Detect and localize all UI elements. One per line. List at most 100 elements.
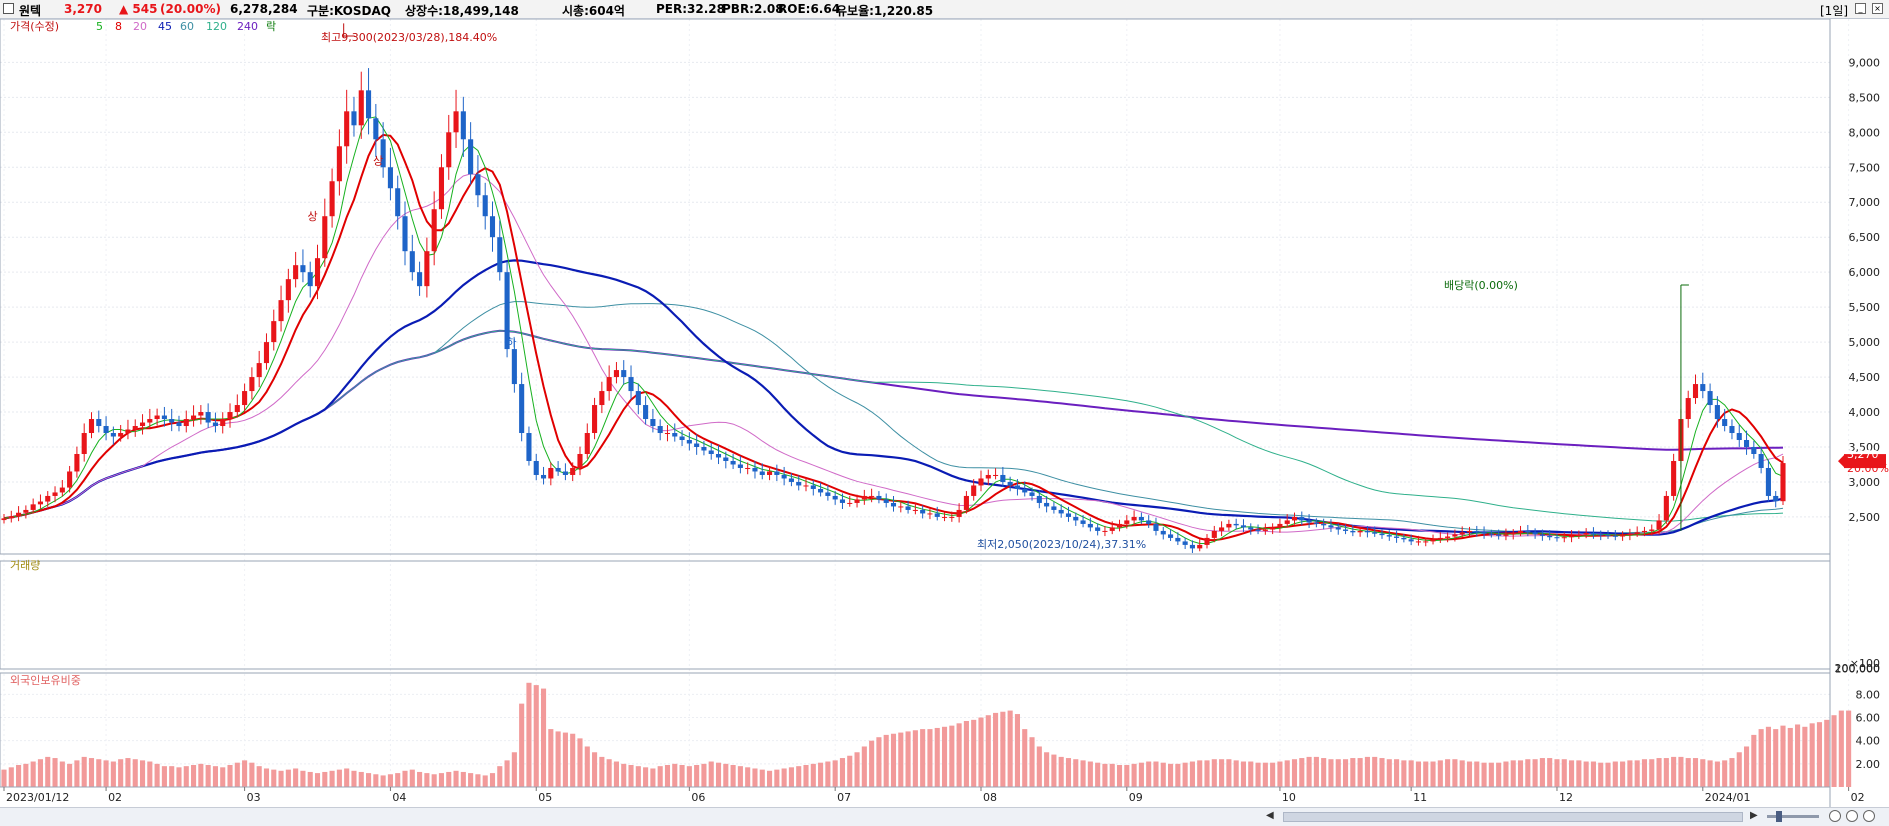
- candle-body: [701, 447, 707, 451]
- candle-body: [1342, 529, 1349, 531]
- chart-area[interactable]: 상상상상하 2,5003,0003,5004,0004,5005,0005,50…: [0, 19, 1889, 807]
- period-selector[interactable]: [1일]: [1820, 2, 1848, 19]
- select-checkbox[interactable]: [3, 3, 14, 14]
- candle-body: [1109, 527, 1115, 531]
- candle-body: [1124, 520, 1130, 524]
- candle-body: [1270, 527, 1276, 530]
- foreign-ratio-bar: [613, 761, 619, 787]
- zoom-slider[interactable]: [1767, 815, 1819, 818]
- candle-body: [1306, 520, 1312, 523]
- foreign-ratio-bar: [555, 731, 561, 787]
- candle-body: [1612, 535, 1618, 537]
- candle-body: [963, 495, 969, 510]
- foreign-ratio-bar: [1299, 758, 1305, 787]
- candle-body: [664, 433, 671, 435]
- foreign-ratio-bar: [883, 734, 889, 787]
- candle-body: [1357, 530, 1363, 533]
- price-change-pct: (20.00%): [160, 2, 221, 16]
- zoom-slider-handle[interactable]: [1776, 811, 1782, 822]
- foreign-ratio-bar: [511, 752, 517, 787]
- candle-body: [1073, 516, 1079, 521]
- market-label: 구분:KOSDAQ: [307, 4, 391, 18]
- candle-body: [1116, 523, 1123, 528]
- candle-body: [905, 506, 911, 510]
- foreign-ratio-bar: [1386, 759, 1392, 787]
- close-icon[interactable]: ×: [1872, 3, 1883, 14]
- candle-body: [1226, 523, 1232, 528]
- zoom-reset-icon[interactable]: [1846, 810, 1858, 822]
- foreign-ratio-bar: [110, 761, 116, 787]
- foreign-ratio-bar: [37, 759, 44, 787]
- candle-body: [985, 474, 991, 479]
- minimize-icon[interactable]: _: [1855, 3, 1866, 14]
- zoom-in-icon[interactable]: [1863, 810, 1875, 822]
- foreign-ratio-bar: [1182, 762, 1188, 787]
- foreign-ratio-bar: [1780, 725, 1786, 787]
- price-change: ▲ 545: [119, 2, 158, 16]
- candle-body: [832, 495, 838, 500]
- foreign-ratio-bar: [358, 771, 364, 787]
- legend-foreign: 외국인보유비중: [10, 674, 81, 687]
- x-tick-label: 10: [1282, 791, 1296, 804]
- x-tick-label: 09: [1129, 791, 1143, 804]
- foreign-ratio-bar: [1758, 729, 1764, 787]
- foreign-ratio-bar: [1051, 754, 1057, 787]
- foreign-ratio-bar: [971, 719, 977, 787]
- low-annotation: 최저2,050(2023/10/24),37.31%: [977, 538, 1146, 551]
- scroll-right-icon[interactable]: ▶: [1750, 810, 1758, 821]
- foreign-ratio-bar: [373, 774, 379, 787]
- price-tick-label: 4,500: [1849, 371, 1881, 384]
- foreign-ratio-bar: [767, 770, 773, 787]
- foreign-ratio-bar: [1226, 759, 1232, 787]
- candle-body: [154, 415, 160, 420]
- candle-body: [37, 501, 44, 505]
- foreign-ratio-bar: [1496, 762, 1502, 787]
- candle-body: [1175, 537, 1181, 542]
- candle-body: [1729, 426, 1735, 434]
- foreign-ratio-bar: [861, 746, 867, 787]
- foreign-ratio-bar: [45, 756, 51, 787]
- candle-body: [1000, 474, 1006, 482]
- scroll-thumb[interactable]: [1283, 812, 1743, 822]
- foreign-ratio-bar: [409, 769, 415, 787]
- trade-volume: 6,278,284: [230, 2, 298, 16]
- price-tick-label: 2,500: [1849, 511, 1881, 524]
- foreign-ratio-bar: [1423, 761, 1429, 787]
- candle-body: [307, 272, 313, 287]
- foreign-ratio-bar: [176, 767, 182, 787]
- candle-body: [59, 487, 65, 493]
- candle-body: [475, 174, 481, 196]
- foreign-ratio-bar: [1612, 761, 1618, 787]
- candle-body: [1408, 539, 1414, 542]
- foreign-ratio-bar: [8, 767, 14, 787]
- foreign-ratio-bar: [1197, 760, 1203, 787]
- foreign-ratio-bar: [1627, 760, 1633, 787]
- foreign-ratio-bar: [88, 758, 95, 787]
- scroll-left-icon[interactable]: ◀: [1266, 810, 1274, 821]
- foreign-ratio-bar: [1831, 715, 1837, 787]
- foreign-ratio-bar: [708, 761, 714, 787]
- stock-name[interactable]: 원텍: [19, 2, 41, 19]
- foreign-ratio-bar: [30, 761, 36, 787]
- foreign-ratio-bar: [752, 768, 758, 787]
- candle-body: [365, 90, 372, 119]
- foreign-ratio-bar: [876, 737, 882, 787]
- candle-body: [810, 485, 816, 489]
- candle-body: [876, 495, 882, 500]
- candle-body: [1525, 530, 1531, 533]
- candle-body: [941, 516, 948, 518]
- foreign-ratio-bar: [584, 746, 590, 787]
- horizontal-scrollbar[interactable]: ◀ ▶: [0, 807, 1889, 826]
- zoom-out-icon[interactable]: [1829, 810, 1841, 822]
- candle-body: [752, 467, 758, 472]
- foreign-ratio-bar: [1124, 765, 1130, 787]
- foreign-ratio-bar: [715, 762, 722, 787]
- candle-body: [453, 111, 459, 133]
- foreign-ratio-bar: [380, 775, 386, 787]
- foreign-ratio-bar: [818, 762, 824, 787]
- candle-body: [1189, 544, 1195, 549]
- candle-body: [1394, 536, 1400, 538]
- candle-body: [103, 426, 109, 434]
- foreign-ratio-bar: [161, 766, 167, 787]
- foreign-ratio-bar: [745, 767, 751, 787]
